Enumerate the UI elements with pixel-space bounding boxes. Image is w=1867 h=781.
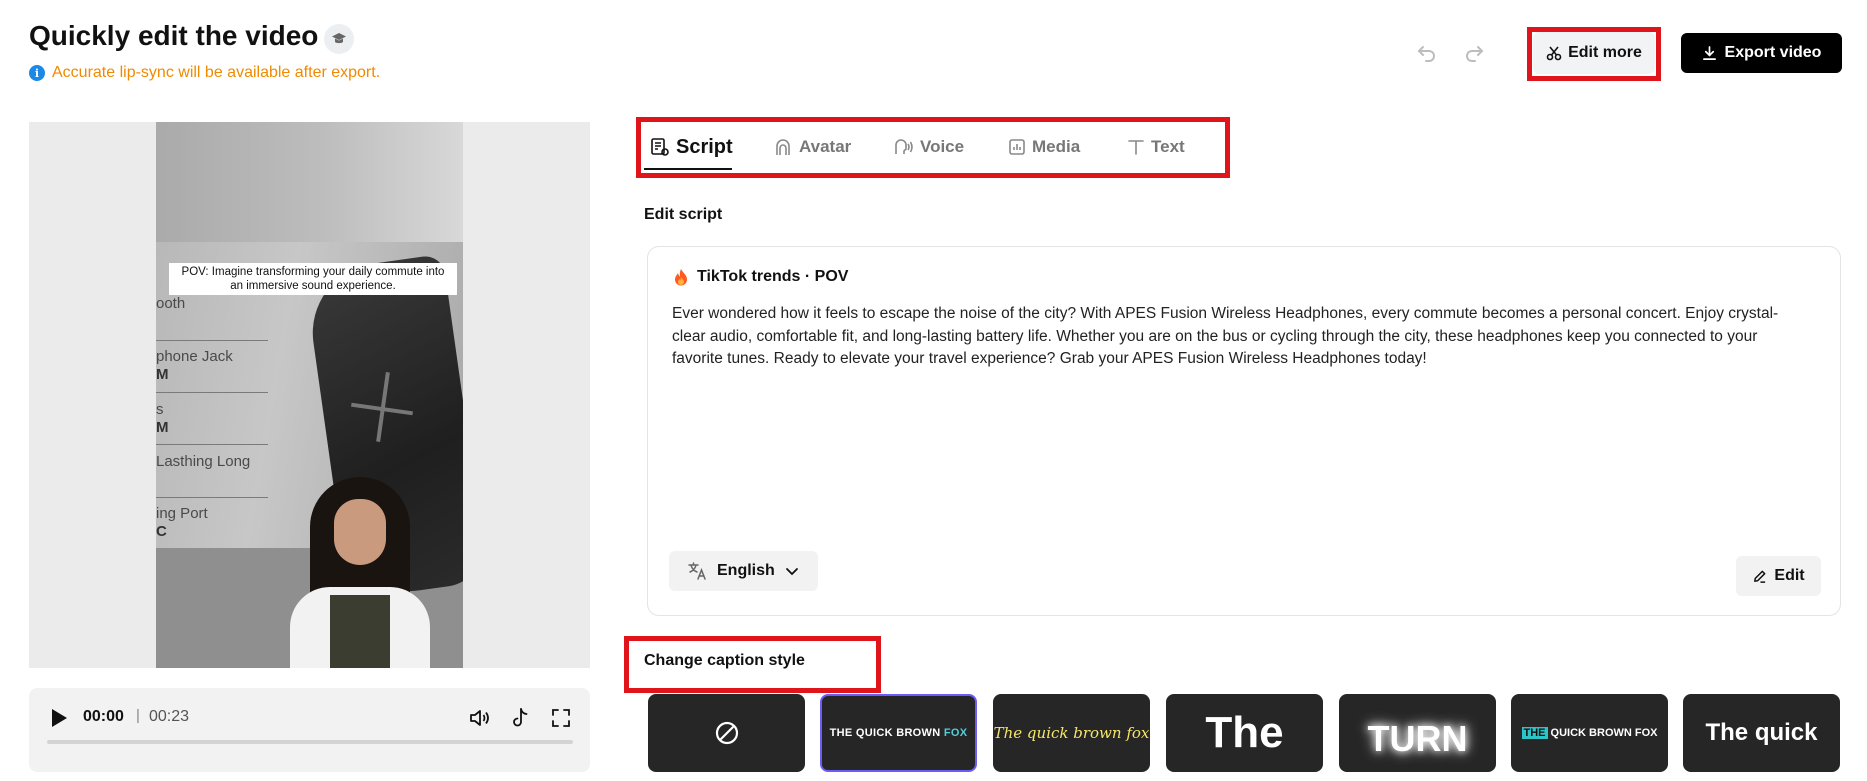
avatar-presenter [290,477,430,668]
script-body[interactable]: Ever wondered how it feels to escape the… [672,303,1800,371]
edit-more-button[interactable]: Edit more [1533,32,1655,74]
spec-divider [156,340,268,341]
tab-avatar[interactable]: Avatar [773,132,851,162]
export-video-button[interactable]: Export video [1681,33,1842,73]
spec-text: M [156,366,169,383]
spec-text: ing Port [156,505,208,522]
redo-icon[interactable] [1462,40,1486,64]
spec-text: ooth [156,295,186,312]
caption-style-preview: The quick brown fox [993,724,1150,742]
caption-style-text: QUICK BROWN FOX [1547,727,1658,739]
tab-label: Script [676,135,733,158]
progress-bar[interactable] [47,740,573,744]
caption-style-none[interactable] [648,694,805,772]
presenter-face [334,499,386,565]
caption-style-yellow-italic[interactable]: The quick brown fox [993,694,1150,772]
play-icon[interactable] [49,707,69,729]
trend-label: TikTok trends · POV [697,268,849,285]
spec-text: M [156,419,169,436]
download-icon [1702,45,1716,60]
export-video-label: Export video [1724,44,1822,61]
caption-style-label: Change caption style [644,652,805,669]
voice-icon [895,139,913,154]
tab-label: Media [1032,137,1081,156]
video-caption: POV: Imagine transforming your daily com… [169,263,457,295]
active-tab-indicator [644,168,732,170]
notice-text: Accurate lip-sync will be available afte… [52,64,381,81]
caption-style-glow-turn[interactable]: TURN [1339,694,1496,772]
page-title: Quickly edit the video [29,20,319,51]
trend-header: TikTok trends · POV [674,268,848,286]
total-time: 00:23 [149,708,190,725]
caption-style-text: THE QUICK BROWN [829,727,944,739]
undo-icon[interactable] [1415,40,1439,64]
caption-style-bold-the[interactable]: The [1166,694,1323,772]
player-controls [29,688,590,772]
script-icon [651,138,669,156]
lip-sync-notice: i Accurate lip-sync will be available af… [29,64,380,82]
video-preview[interactable]: ooth phone Jack M s M Lasthing Long ing … [156,122,463,668]
text-icon [1128,140,1144,155]
caption-style-preview: The quick [1705,719,1818,746]
media-icon [1009,139,1025,155]
language-label: English [717,562,775,579]
spec-text: phone Jack [156,348,233,365]
tab-text[interactable]: Text [1127,132,1185,162]
spec-divider [156,392,268,393]
tab-label: Avatar [799,137,852,156]
edit-script-button[interactable]: Edit [1736,556,1821,596]
translate-icon [688,562,706,580]
pencil-icon [1754,570,1766,583]
spec-divider [156,497,268,498]
tab-script[interactable]: Script [650,132,733,162]
fire-icon [675,269,687,286]
caption-style-boxed-the[interactable]: THE QUICK BROWN FOX [1511,694,1668,772]
tab-label: Voice [920,137,965,156]
edit-label: Edit [1774,567,1805,584]
tab-media[interactable]: Media [1008,132,1080,162]
caption-style-preview: THE QUICK BROWN FOX [830,727,968,739]
caption-style-accent-text: FOX [943,727,968,739]
tiktok-icon[interactable] [508,706,532,730]
spec-text: C [156,523,167,540]
tab-label: Text [1151,137,1185,156]
script-card [647,246,1841,616]
spec-text: Lasthing Long [156,453,251,470]
graduation-cap-icon[interactable] [324,24,354,54]
caption-style-bold-quick[interactable]: The quick [1683,694,1840,772]
volume-icon[interactable] [468,706,492,730]
caption-style-box-text: THE [1521,727,1548,739]
no-style-icon [715,721,738,745]
tab-voice[interactable]: Voice [892,132,964,162]
edit-script-label: Edit script [644,206,723,223]
video-top-region [156,122,463,242]
caption-style-preview: The [1205,708,1284,757]
caption-style-preview: TURN [1367,718,1468,759]
info-icon: i [29,65,45,81]
presenter-apron [330,595,390,668]
fullscreen-icon[interactable] [549,706,573,730]
avatar-icon [776,139,790,155]
spec-text: s [156,401,164,418]
edit-more-label: Edit more [1568,44,1642,61]
language-select[interactable]: English [669,551,818,591]
spec-divider [156,444,268,445]
scissors-icon [1546,46,1562,61]
chevron-down-icon [785,568,798,576]
current-time: 00:00 [83,708,124,725]
caption-style-quick-brown-fox[interactable]: THE QUICK BROWN FOX [820,694,977,772]
time-separator: | [136,707,140,724]
caption-style-preview: THE QUICK BROWN FOX [1521,727,1658,739]
